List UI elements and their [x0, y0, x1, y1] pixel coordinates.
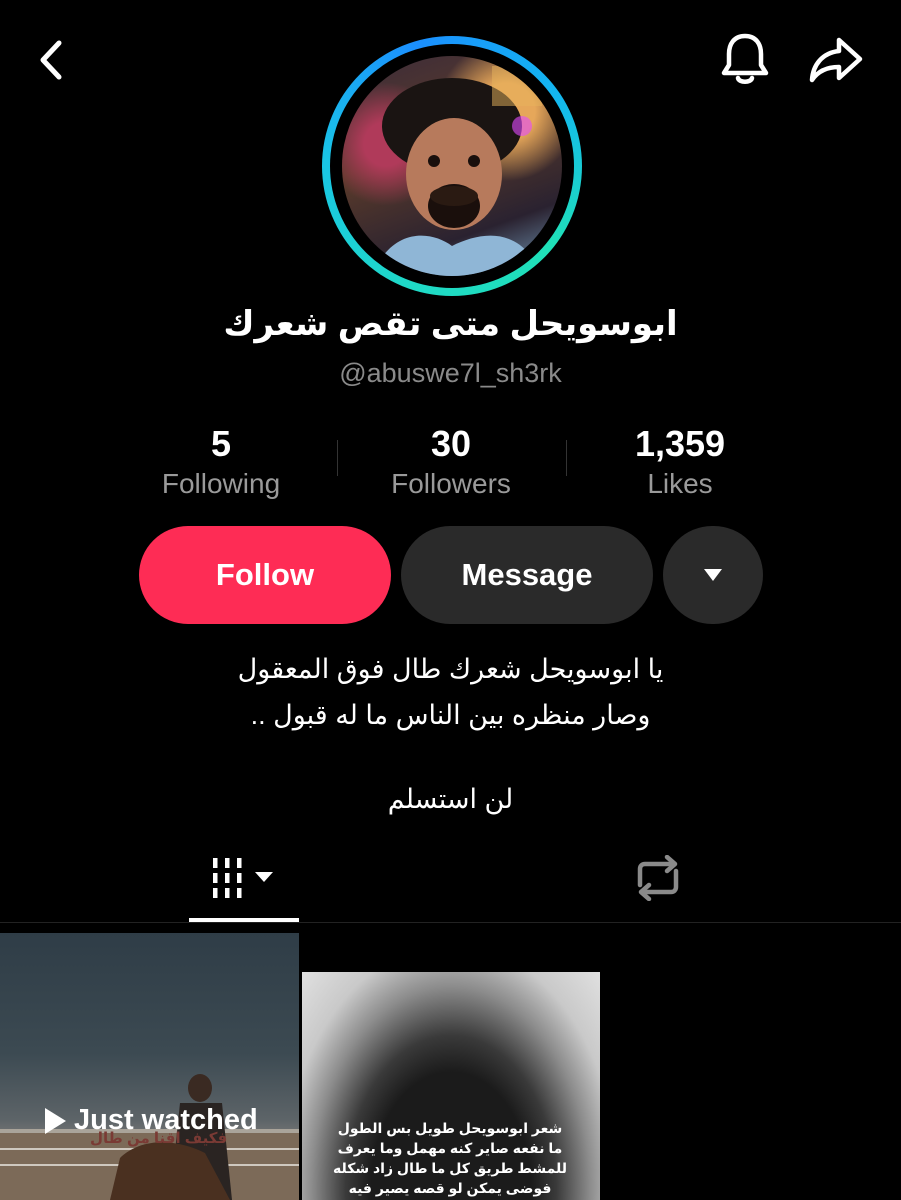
stat-likes[interactable]: 1,359 Likes: [560, 424, 800, 504]
video-caption: شعر ابوسويحل طويل بس الطول ما نفعه صاير …: [310, 1118, 590, 1198]
bio-line-3: لن استسلم: [387, 784, 514, 814]
stat-following[interactable]: 5 Following: [101, 424, 341, 504]
bio-line-2: وصار منظره بين الناس ما له قبول ..: [250, 700, 651, 730]
stat-followers[interactable]: 30 Followers: [331, 424, 571, 504]
caption-line: للمشط طريق كل ما طال زاد شكله: [332, 1160, 567, 1176]
video-thumbnail-image: [0, 1074, 299, 1200]
follow-button[interactable]: Follow: [139, 526, 391, 624]
chevron-left-icon: [40, 40, 62, 80]
avatar-ring[interactable]: [322, 36, 582, 296]
tab-separator: [0, 922, 901, 923]
username-handle: @abuswe7l_sh3rk: [339, 358, 562, 388]
video-grid-icon: [213, 858, 273, 898]
share-arrow-icon: [809, 37, 863, 83]
notifications-button[interactable]: [716, 30, 774, 88]
followers-count: 30: [430, 423, 472, 464]
message-button[interactable]: Message: [401, 526, 653, 624]
video-thumbnail-1[interactable]: فكيف اقنا من طال: [0, 933, 299, 1200]
caret-down-icon: [704, 569, 722, 581]
avatar: [342, 56, 562, 276]
bell-icon: [721, 33, 769, 84]
likes-count: 1,359: [634, 423, 726, 464]
bio-line-1: يا ابوسويحل شعرك طال فوق المعقول: [237, 654, 664, 684]
following-label: Following: [161, 468, 281, 499]
caption-line: شعر ابوسويحل طويل بس الطول: [337, 1120, 563, 1136]
tab-videos[interactable]: [189, 848, 299, 908]
avatar-frame: [330, 44, 574, 288]
play-icon: [45, 1107, 66, 1134]
back-button[interactable]: [28, 36, 76, 84]
following-count: 5: [210, 423, 232, 464]
display-name: ابوسويحل متى تقص شعرك: [223, 305, 678, 343]
just-watched-badge: Just watched: [42, 1104, 258, 1137]
caption-line: ما نفعه صاير كنه مهمل وما يعرف: [337, 1140, 563, 1156]
caption-line: فوضى يمكن لو قصه يصير فيه: [348, 1180, 552, 1196]
tab-reposts[interactable]: [620, 848, 696, 908]
likes-label: Likes: [647, 468, 713, 499]
repost-icon: [637, 855, 679, 901]
followers-label: Followers: [391, 468, 511, 499]
just-watched-label: Just watched: [74, 1104, 258, 1136]
share-button[interactable]: [806, 32, 866, 88]
more-options-button[interactable]: [663, 526, 763, 624]
avatar-image: [372, 66, 542, 276]
